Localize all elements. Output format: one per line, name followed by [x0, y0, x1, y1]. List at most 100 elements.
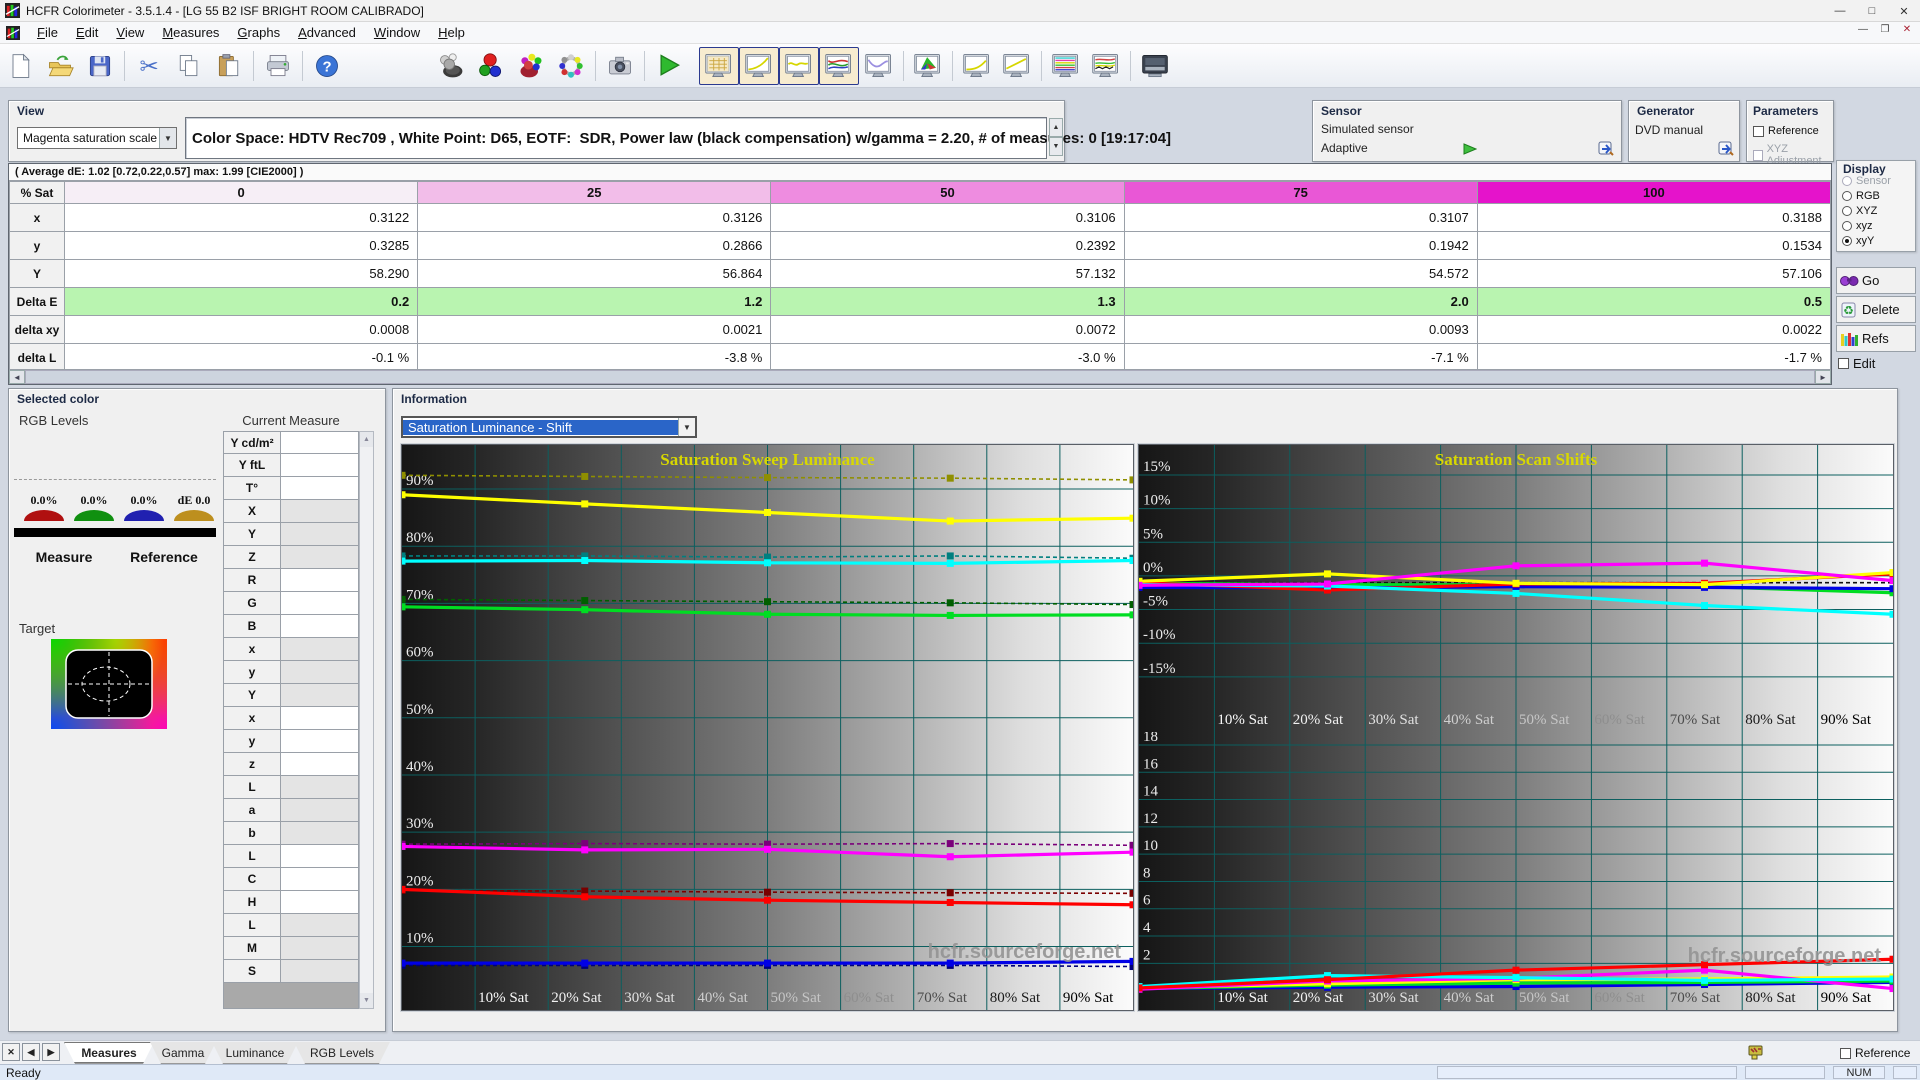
- measure-cell[interactable]: 54.572: [1124, 260, 1477, 288]
- measure-cell[interactable]: 0.0008: [65, 316, 418, 344]
- menu-help[interactable]: Help: [429, 23, 474, 42]
- snapshot-camera-button[interactable]: [600, 47, 640, 85]
- view-free-measures-button[interactable]: [1135, 47, 1175, 85]
- saturation-column-header-50[interactable]: 50: [771, 182, 1124, 204]
- sensor-config-icon[interactable]: [1597, 139, 1615, 157]
- measure-primaries-button[interactable]: [471, 47, 511, 85]
- display-option-xyy[interactable]: xyY: [1842, 235, 1874, 247]
- measure-cell[interactable]: 0.2392: [771, 232, 1124, 260]
- open-file-button[interactable]: [40, 47, 80, 85]
- measure-cell[interactable]: 1.3: [771, 288, 1124, 316]
- measure-cell[interactable]: 0.0093: [1124, 316, 1477, 344]
- mdi-close-button[interactable]: ✕: [1898, 24, 1916, 40]
- measure-secondaries-button[interactable]: [511, 47, 551, 85]
- save-file-button[interactable]: [80, 47, 120, 85]
- view-gamma-chart-button[interactable]: [739, 47, 779, 85]
- measure-cell[interactable]: 0.1534: [1477, 232, 1830, 260]
- tab-scroll-right-button[interactable]: ▶: [42, 1043, 60, 1061]
- reference-checkbox[interactable]: Reference: [1753, 125, 1819, 137]
- go-button[interactable]: Go: [1836, 267, 1916, 294]
- tab-luminance[interactable]: Luminance: [212, 1042, 298, 1064]
- sensor-run-icon[interactable]: [1463, 143, 1477, 155]
- display-option-rgb[interactable]: RGB: [1842, 190, 1880, 202]
- measure-cell[interactable]: 0.0022: [1477, 316, 1830, 344]
- view-contrast-chart-button[interactable]: [997, 47, 1037, 85]
- measure-cell[interactable]: 0.1942: [1124, 232, 1477, 260]
- view-luminance-chart-button[interactable]: [859, 47, 899, 85]
- scrollbar-thumb[interactable]: [25, 370, 1815, 384]
- spin-up-button[interactable]: ▲: [1049, 118, 1063, 137]
- refs-button[interactable]: Refs: [1836, 325, 1916, 352]
- close-button[interactable]: ✕: [1888, 0, 1920, 22]
- table-horizontal-scrollbar[interactable]: ◄ ►: [9, 369, 1831, 384]
- measure-cell[interactable]: -3.8 %: [418, 344, 771, 372]
- mdi-restore-button[interactable]: ❐: [1876, 24, 1894, 40]
- measure-cell[interactable]: -7.1 %: [1124, 344, 1477, 372]
- tab-rgb-levels[interactable]: RGB Levels: [294, 1042, 390, 1064]
- delete-button[interactable]: ♻Delete: [1836, 296, 1916, 323]
- paste-button[interactable]: [209, 47, 249, 85]
- menu-advanced[interactable]: Advanced: [289, 23, 365, 42]
- spin-down-button[interactable]: ▼: [1049, 137, 1063, 156]
- saturation-column-header-75[interactable]: 75: [1124, 182, 1477, 204]
- measure-cell[interactable]: -0.1 %: [65, 344, 418, 372]
- measure-cell[interactable]: 0.5: [1477, 288, 1830, 316]
- menu-edit[interactable]: Edit: [67, 23, 107, 42]
- measure-cell[interactable]: -3.0 %: [771, 344, 1124, 372]
- measure-cell[interactable]: 0.2: [65, 288, 418, 316]
- saturation-column-header-100[interactable]: 100: [1477, 182, 1830, 204]
- bottom-reference-checkbox[interactable]: Reference: [1840, 1046, 1910, 1060]
- menu-graphs[interactable]: Graphs: [228, 23, 289, 42]
- measure-cell[interactable]: 0.3188: [1477, 204, 1830, 232]
- saturation-column-header-25[interactable]: 25: [418, 182, 771, 204]
- chevron-down-icon[interactable]: ▼: [159, 128, 176, 148]
- measure-cell[interactable]: -1.7 %: [1477, 344, 1830, 372]
- view-nearwhite-chart-button[interactable]: [957, 47, 997, 85]
- cut-button[interactable]: ✂: [129, 47, 169, 85]
- measure-cell[interactable]: 57.132: [771, 260, 1124, 288]
- radio-icon[interactable]: [1842, 236, 1852, 246]
- information-view-select[interactable]: Saturation Luminance - Shift ▼: [401, 416, 697, 438]
- scroll-down-icon[interactable]: ▼: [360, 993, 373, 1008]
- copy-button[interactable]: [169, 47, 209, 85]
- measure-cell[interactable]: 2.0: [1124, 288, 1477, 316]
- view-cie-chart-button[interactable]: [908, 47, 948, 85]
- display-option-xyz[interactable]: XYZ: [1842, 205, 1877, 217]
- measure-cell[interactable]: 0.3126: [418, 204, 771, 232]
- saturation-column-header-0[interactable]: 0: [65, 182, 418, 204]
- measure-cell[interactable]: 0.3107: [1124, 204, 1477, 232]
- measure-cell[interactable]: 0.3106: [771, 204, 1124, 232]
- measure-cell[interactable]: 56.864: [418, 260, 771, 288]
- menu-file[interactable]: File: [28, 23, 67, 42]
- measure-all-colors-button[interactable]: [551, 47, 591, 85]
- scrollbar-track[interactable]: [25, 370, 1815, 384]
- measure-cell[interactable]: 1.2: [418, 288, 771, 316]
- radio-icon[interactable]: [1842, 221, 1852, 231]
- maximize-button[interactable]: □: [1856, 0, 1888, 22]
- help-about-button[interactable]: ?: [307, 47, 347, 85]
- measure-cell[interactable]: 57.106: [1477, 260, 1830, 288]
- checkbox-icon[interactable]: [1838, 358, 1849, 369]
- print-button[interactable]: [258, 47, 298, 85]
- mdi-minimize-button[interactable]: —: [1854, 24, 1872, 40]
- tab-gamma[interactable]: Gamma: [150, 1042, 216, 1064]
- view-satscan-chart-button[interactable]: [1086, 47, 1126, 85]
- tab-measures[interactable]: Measures: [64, 1042, 154, 1064]
- chevron-down-icon[interactable]: ▼: [678, 418, 695, 436]
- radio-icon[interactable]: [1842, 191, 1852, 201]
- display-option-xyz[interactable]: xyz: [1842, 220, 1873, 232]
- menu-view[interactable]: View: [107, 23, 153, 42]
- measure-cell[interactable]: 0.3122: [65, 204, 418, 232]
- scroll-right-icon[interactable]: ►: [1815, 370, 1831, 384]
- checkbox-icon[interactable]: [1840, 1048, 1851, 1059]
- saturation-scale-select[interactable]: Magenta saturation scale ▼: [17, 127, 177, 149]
- view-colortemp-chart-button[interactable]: [1046, 47, 1086, 85]
- tab-close-button[interactable]: ✕: [2, 1043, 20, 1061]
- view-rgb-levels-chart-button[interactable]: [819, 47, 859, 85]
- view-measures-table-button[interactable]: [699, 47, 739, 85]
- measure-cell[interactable]: 0.0021: [418, 316, 771, 344]
- generator-config-icon[interactable]: [1717, 139, 1735, 157]
- tab-scroll-left-button[interactable]: ◀: [22, 1043, 40, 1061]
- menu-window[interactable]: Window: [365, 23, 429, 42]
- measure-cell[interactable]: 0.0072: [771, 316, 1124, 344]
